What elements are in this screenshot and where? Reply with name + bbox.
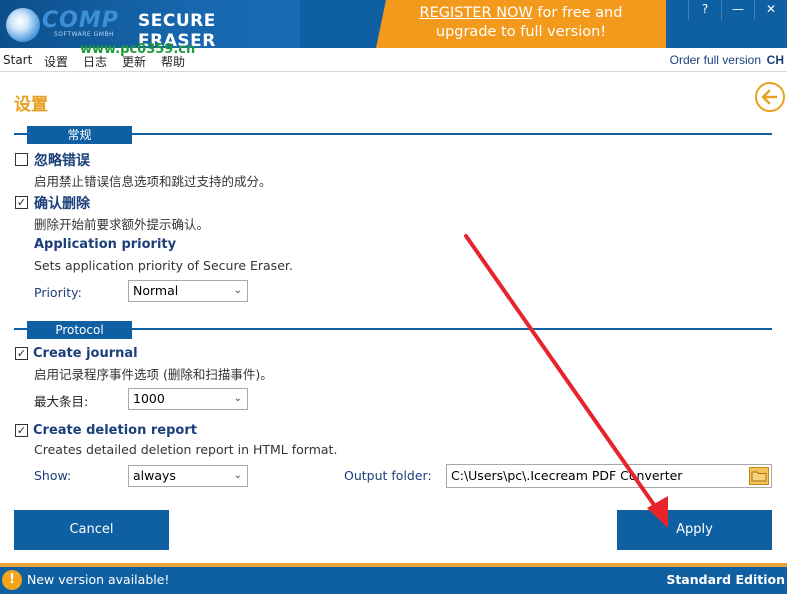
app-priority-title: Application priority [34, 237, 177, 252]
register-line1-rest: for free and [532, 5, 623, 21]
show-select-value: always [133, 468, 176, 483]
logo-subtitle: SOFTWARE GMBH [54, 31, 115, 38]
logo-area: COMP SOFTWARE GMBH SECURE ERASER [0, 0, 300, 51]
priority-select[interactable]: Normal ⌄ [128, 280, 248, 302]
priority-label: Priority: [34, 285, 82, 300]
language-switch[interactable]: CH [767, 53, 784, 67]
menu-start[interactable]: Start [3, 53, 32, 67]
deletion-report-title: Create deletion report [33, 423, 197, 438]
cancel-button[interactable]: Cancel [14, 510, 169, 550]
max-entries-value: 1000 [133, 391, 165, 406]
order-full-version-link[interactable]: Order full version [670, 53, 761, 67]
logo-icon [6, 8, 40, 42]
close-button[interactable]: ✕ [754, 0, 787, 20]
section-label-general: 常规 [27, 126, 132, 144]
annotation-arrow-icon [464, 234, 668, 528]
title-bar: COMP SOFTWARE GMBH SECURE ERASER REGISTE… [0, 0, 787, 51]
page-title: 设置 [14, 95, 48, 115]
confirm-delete-checkbox[interactable]: ✓ [15, 196, 28, 209]
minimize-button[interactable]: — [721, 0, 754, 20]
app-priority-desc: Sets application priority of Secure Eras… [34, 258, 293, 273]
chevron-down-icon: ⌄ [233, 470, 242, 481]
confirm-delete-desc: 删除开始前要求额外提示确认。 [34, 217, 210, 232]
folder-icon[interactable] [749, 467, 769, 485]
edition-label: Standard Edition [666, 572, 785, 587]
create-journal-desc: 启用记录程序事件选项 (删除和扫描事件)。 [34, 367, 273, 382]
back-arrow-icon[interactable] [755, 82, 785, 112]
deletion-report-desc: Creates detailed deletion report in HTML… [34, 442, 338, 457]
ignore-errors-title: 忽略错误 [34, 153, 90, 169]
status-bar: ! New version available! Standard Editio… [0, 567, 787, 594]
max-entries-select[interactable]: 1000 ⌄ [128, 388, 248, 410]
create-journal-title: Create journal [33, 346, 138, 361]
register-now-link[interactable]: REGISTER NOW [420, 5, 533, 21]
register-banner[interactable]: REGISTER NOW for free and upgrade to ful… [376, 0, 666, 48]
warning-icon[interactable]: ! [2, 570, 22, 590]
logo-brand: COMP [42, 8, 119, 33]
show-select[interactable]: always ⌄ [128, 465, 248, 487]
app-window: COMP SOFTWARE GMBH SECURE ERASER REGISTE… [0, 0, 787, 594]
create-journal-checkbox[interactable]: ✓ [15, 347, 28, 360]
window-controls: ? — ✕ [688, 0, 787, 20]
watermark-text: www.pc0359.cn [80, 42, 196, 57]
output-folder-label: Output folder: [344, 468, 432, 483]
output-folder-input[interactable]: C:\Users\pc\.Icecream PDF Converter [446, 464, 772, 488]
help-button[interactable]: ? [688, 0, 721, 20]
chevron-down-icon: ⌄ [233, 285, 242, 296]
output-folder-value: C:\Users\pc\.Icecream PDF Converter [451, 468, 683, 483]
priority-select-value: Normal [133, 283, 179, 298]
show-label: Show: [34, 468, 72, 483]
apply-button[interactable]: Apply [617, 510, 772, 550]
ignore-errors-checkbox[interactable] [15, 153, 28, 166]
menu-settings[interactable]: 设置 [44, 53, 68, 70]
status-message[interactable]: New version available! [27, 572, 169, 587]
ignore-errors-desc: 启用禁止错误信息选项和跳过支持的成分。 [34, 174, 272, 189]
chevron-down-icon: ⌄ [233, 393, 242, 404]
section-label-protocol: Protocol [27, 321, 132, 339]
register-line2: upgrade to full version! [435, 24, 607, 40]
max-entries-label: 最大条目: [34, 394, 89, 409]
deletion-report-checkbox[interactable]: ✓ [15, 424, 28, 437]
confirm-delete-title: 确认删除 [34, 196, 90, 212]
